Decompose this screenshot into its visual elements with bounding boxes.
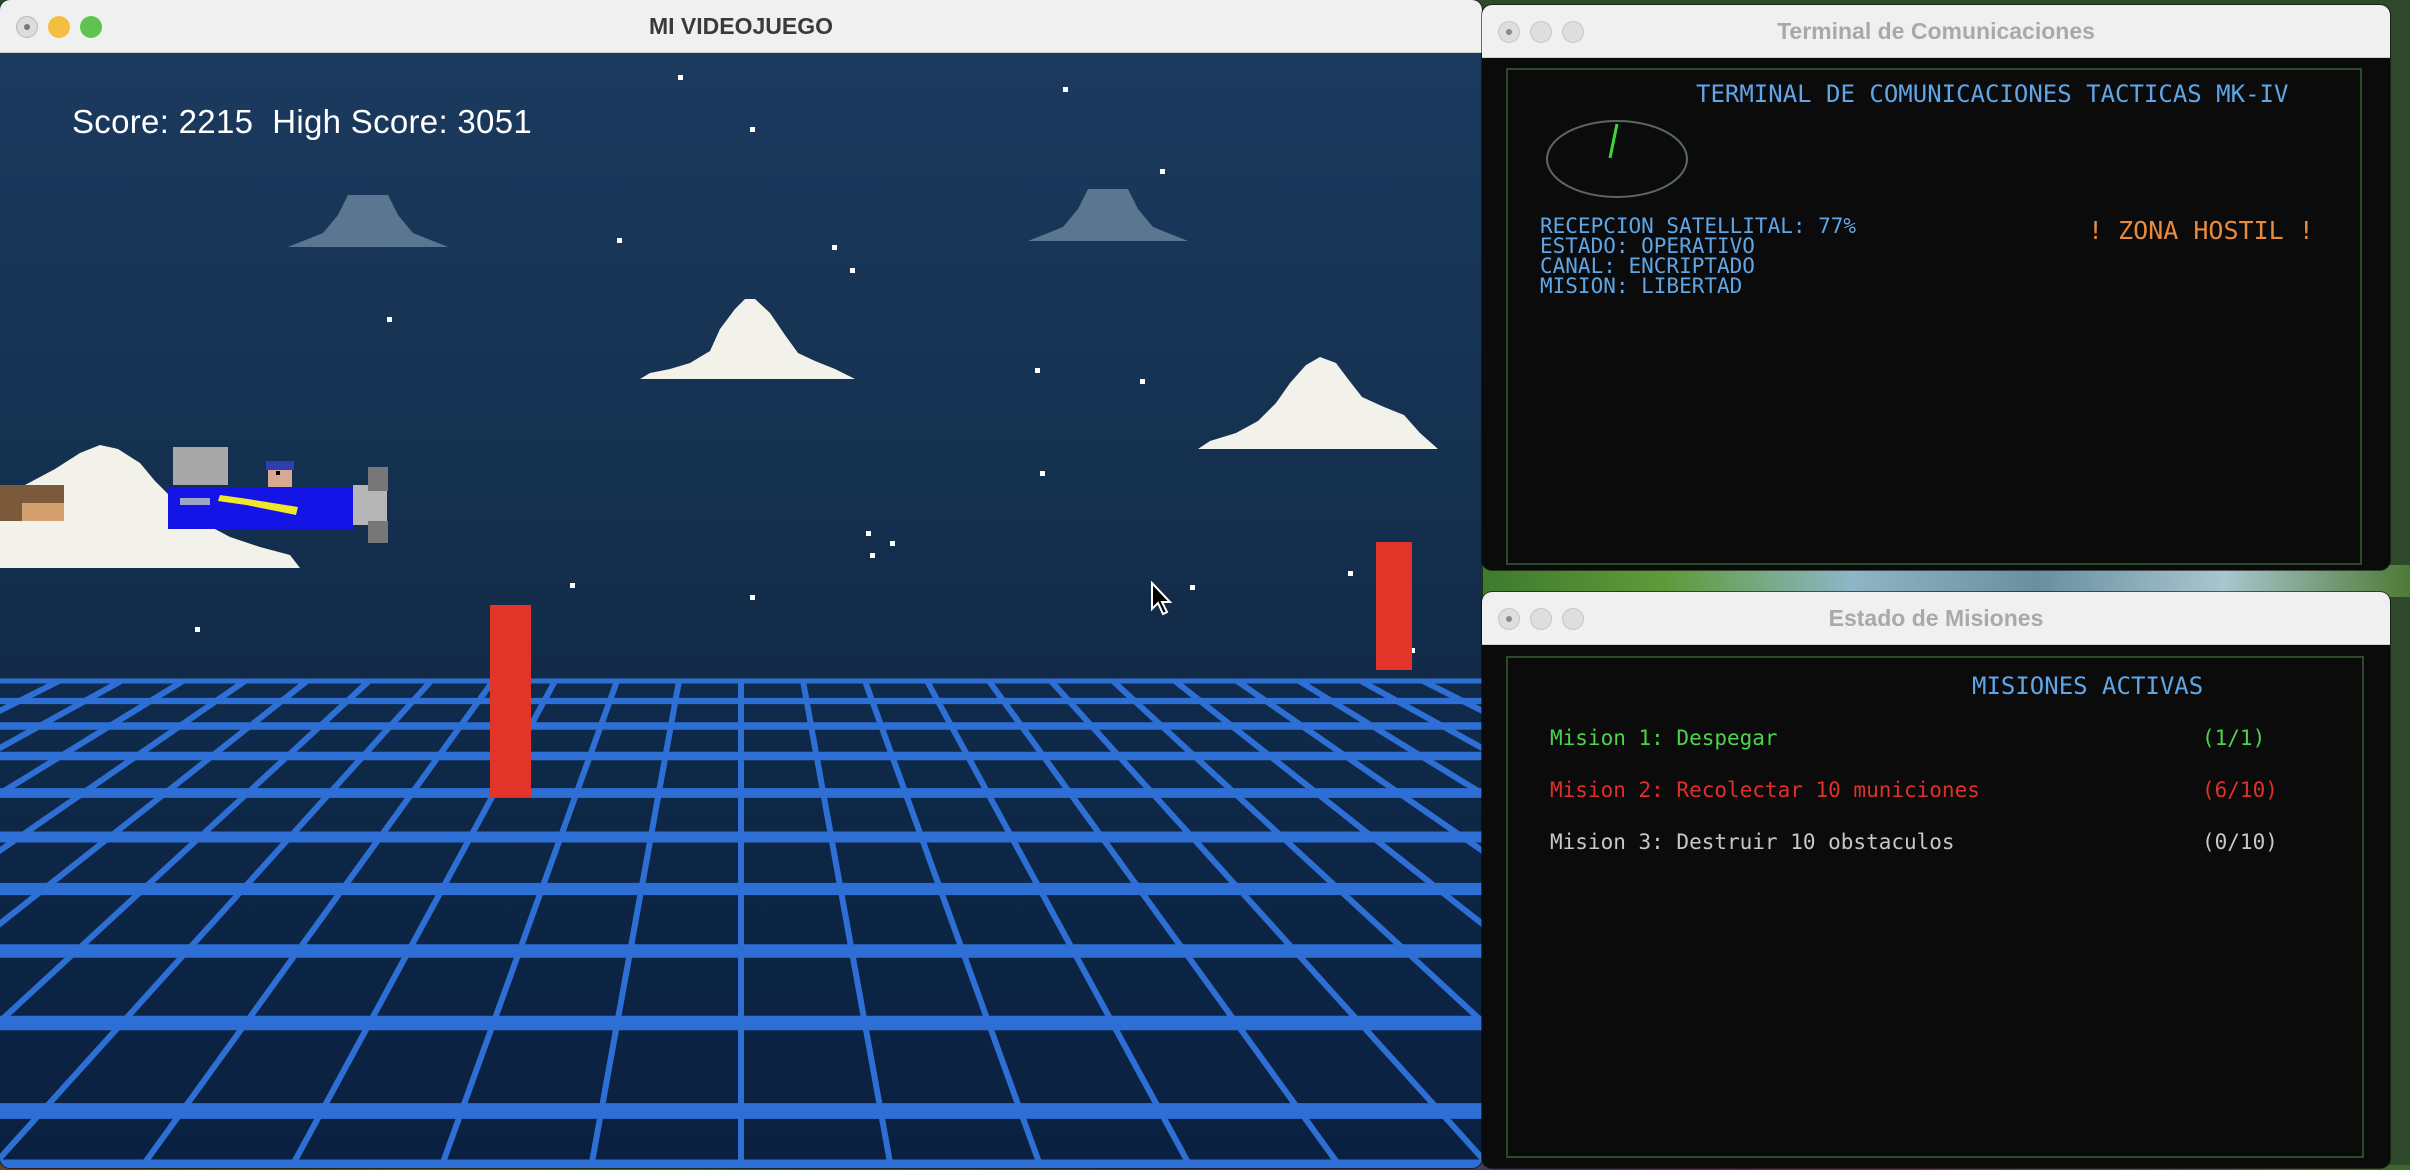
game-window[interactable]: MI VIDEOJUEGO Score: 2215 High Score: 30… xyxy=(0,0,1482,1168)
missions-heading: MISIONES ACTIVAS xyxy=(1972,672,2204,700)
score-display: Score: 2215 High Score: 3051 xyxy=(72,103,532,141)
neon-grid-floor xyxy=(0,678,1482,1168)
terminal-line: RECEPCION SATELLITAL: 77% xyxy=(1540,214,1857,238)
mission-progress: (1/1) xyxy=(2202,726,2266,750)
mission-name: Mision 1: Despegar xyxy=(1550,726,1778,750)
mission-row: Mision 1: Despegar (1/1) xyxy=(1508,726,2366,756)
game-titlebar[interactable]: MI VIDEOJUEGO xyxy=(0,0,1482,53)
terminal-line: MISION: LIBERTAD xyxy=(1540,274,1743,298)
trail-block xyxy=(22,503,64,521)
window-title: MI VIDEOJUEGO xyxy=(648,13,834,39)
mouse-cursor-icon xyxy=(1151,581,1173,616)
missions-titlebar[interactable]: Estado de Misiones xyxy=(1482,592,2390,645)
player-plane xyxy=(168,447,388,543)
missions-frame: MISIONES ACTIVAS Mision 1: Despegar (1/1… xyxy=(1506,656,2364,1158)
mission-name: Mision 2: Recolectar 10 municiones xyxy=(1550,778,1980,802)
mission-progress: (0/10) xyxy=(2202,830,2278,854)
mission-row: Mision 3: Destruir 10 obstaculos (0/10) xyxy=(1508,830,2366,860)
radar-icon xyxy=(1546,120,1688,198)
window-title: Estado de Misiones xyxy=(1828,605,2044,631)
score-label: Score: xyxy=(72,103,170,140)
terminal-line: ESTADO: OPERATIVO xyxy=(1540,234,1755,258)
mission-progress: (6/10) xyxy=(2202,778,2278,802)
high-score-label: High Score: xyxy=(272,103,448,140)
mission-name: Mision 3: Destruir 10 obstaculos xyxy=(1550,830,1955,854)
terminal-frame: TERMINAL DE COMUNICACIONES TACTICAS MK-I… xyxy=(1506,68,2362,565)
cloud-white xyxy=(640,299,855,379)
cloud-dark xyxy=(1028,189,1188,241)
score-value: 2215 xyxy=(178,103,254,140)
obstacle-pillar[interactable] xyxy=(1376,542,1412,670)
high-score-value: 3051 xyxy=(457,103,533,140)
game-canvas[interactable]: Score: 2215 High Score: 3051 xyxy=(0,53,1482,1168)
hostile-zone-alert: ! ZONA HOSTIL ! xyxy=(2088,216,2314,245)
missions-window[interactable]: Estado de Misiones MISIONES ACTIVAS Misi… xyxy=(1482,592,2390,1168)
terminal-heading: TERMINAL DE COMUNICACIONES TACTICAS MK-I… xyxy=(1696,80,2289,108)
window-title: Terminal de Comunicaciones xyxy=(1777,18,2095,44)
terminal-window[interactable]: Terminal de Comunicaciones TERMINAL DE C… xyxy=(1482,5,2390,570)
missions-body: MISIONES ACTIVAS Mision 1: Despegar (1/1… xyxy=(1482,645,2390,1168)
terminal-line: CANAL: ENCRIPTADO xyxy=(1540,254,1755,278)
cloud-white xyxy=(1198,357,1438,449)
mission-row: Mision 2: Recolectar 10 municiones (6/10… xyxy=(1508,778,2366,808)
terminal-titlebar[interactable]: Terminal de Comunicaciones xyxy=(1482,5,2390,58)
terminal-body: TERMINAL DE COMUNICACIONES TACTICAS MK-I… xyxy=(1482,58,2390,570)
cloud-dark xyxy=(288,195,448,247)
obstacle-pillar[interactable] xyxy=(490,605,531,797)
